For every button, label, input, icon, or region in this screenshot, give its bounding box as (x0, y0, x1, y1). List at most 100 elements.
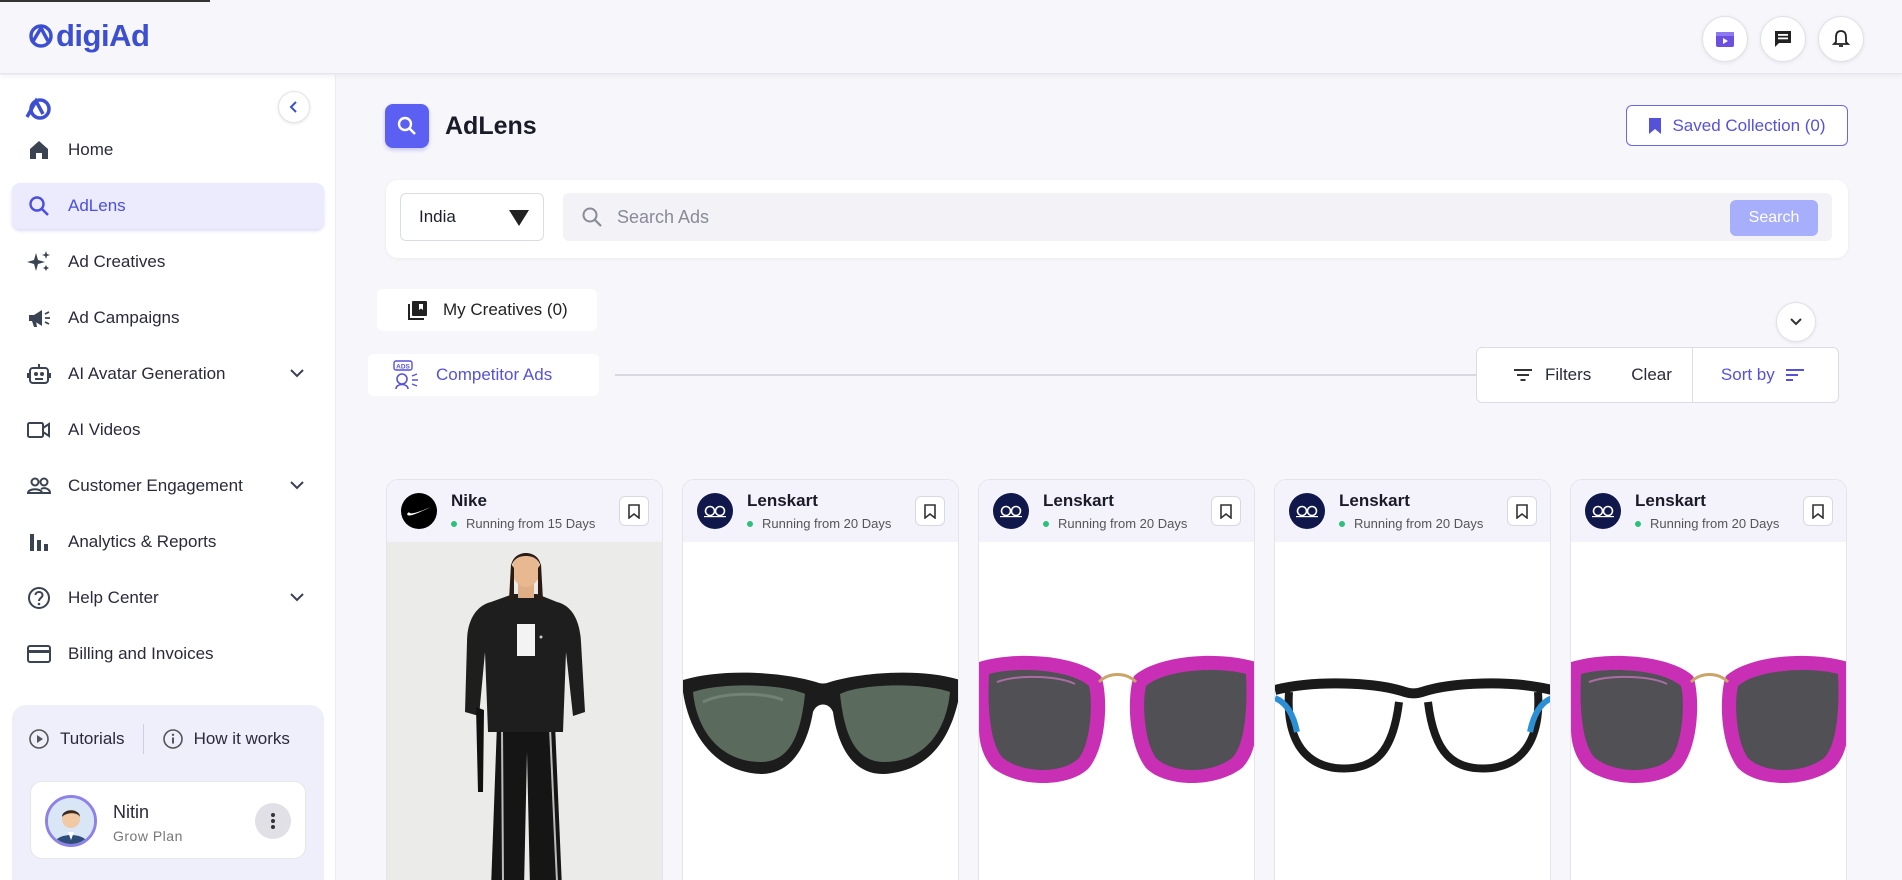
user-menu-button[interactable] (255, 803, 291, 839)
search-button[interactable]: Search (1730, 200, 1818, 236)
tab-competitor-ads-label: Competitor Ads (436, 365, 553, 384)
sidebar-item-ad-creatives[interactable]: Ad Creatives (12, 239, 324, 285)
tutorials-link[interactable]: Tutorials (28, 728, 125, 750)
filter-icon (1513, 367, 1533, 383)
brand-name: Lenskart (747, 491, 818, 510)
brand-logo (401, 493, 437, 529)
help-icon (26, 585, 52, 611)
main-content: AdLens Saved Collection (0) India Search… (337, 75, 1902, 880)
running-label: Running from 20 Days (762, 516, 892, 531)
running-label: Running from 20 Days (1058, 516, 1188, 531)
ad-card-header: Nike Running from 15 Days (387, 480, 662, 542)
sidebar-item-ai-videos[interactable]: AI Videos (12, 407, 324, 453)
search-input[interactable] (617, 206, 1667, 228)
bookmark-button[interactable] (915, 496, 945, 526)
country-select[interactable]: India (400, 193, 544, 241)
sort-icon (1785, 367, 1805, 383)
chevron-down-icon (1790, 318, 1802, 326)
bookmark-outline-icon (1516, 503, 1528, 519)
ad-image-pink-sunglasses (1571, 542, 1846, 880)
status-dot (1043, 520, 1049, 527)
bookmark-button[interactable] (619, 496, 649, 526)
sidebar-item-analytics-reports[interactable]: Analytics & Reports (12, 519, 324, 565)
ad-card-header: Lenskart Running from 20 Days (1275, 480, 1550, 542)
sidebar-item-label: Billing and Invoices (68, 644, 214, 663)
expand-button[interactable] (1776, 302, 1816, 342)
user-name: Nitin (113, 802, 150, 822)
lenskart-logo-icon (1000, 505, 1022, 518)
sidebar-item-customer-engagement[interactable]: Customer Engagement (12, 463, 324, 509)
chat-button[interactable] (1760, 16, 1806, 62)
how-it-works-label: How it works (193, 729, 290, 748)
video-camera-icon (26, 417, 52, 443)
running-status: Running from 20 Days (747, 516, 891, 531)
divider (1691, 347, 1693, 403)
sidebar-item-label: AdLens (68, 196, 126, 215)
nike-swoosh-icon (407, 507, 431, 516)
how-it-works-link[interactable]: How it works (162, 728, 290, 750)
ad-card-header: Lenskart Running from 20 Days (683, 480, 958, 542)
running-label: Running from 15 Days (466, 516, 596, 531)
adlens-title-icon (385, 104, 429, 148)
lenskart-logo-icon (1592, 505, 1614, 518)
tab-competitor-ads[interactable]: ADS Competitor Ads (368, 354, 599, 396)
brand-logo (1289, 493, 1325, 529)
lenskart-logo-icon (1296, 505, 1318, 518)
tab-my-creatives-label: My Creatives (0) (443, 300, 568, 319)
search-box: Search (563, 193, 1832, 241)
search-icon (581, 206, 603, 228)
running-label: Running from 20 Days (1650, 516, 1780, 531)
search-panel: India Search (386, 180, 1848, 258)
sort-by-button[interactable]: Sort by (1721, 365, 1805, 385)
svg-text:ADS: ADS (396, 363, 410, 370)
brand-name: Lenskart (1043, 491, 1114, 510)
ad-card[interactable]: Lenskart Running from 20 Days (1570, 479, 1847, 880)
notifications-button[interactable] (1818, 16, 1864, 62)
tab-my-creatives[interactable]: My Creatives (0) (377, 289, 597, 331)
bookmark-button[interactable] (1507, 496, 1537, 526)
search-icon (397, 116, 416, 135)
sidebar-item-home[interactable]: Home (12, 127, 324, 173)
app-logo[interactable]: digiAd (28, 18, 150, 54)
bookmark-button[interactable] (1211, 496, 1241, 526)
ad-card-header: Lenskart Running from 20 Days (1571, 480, 1846, 542)
info-icon (162, 728, 184, 750)
sidebar-item-billing-invoices[interactable]: Billing and Invoices (12, 631, 324, 677)
more-vertical-icon (271, 813, 275, 829)
running-status: Running from 20 Days (1339, 516, 1483, 531)
bookmark-outline-icon (628, 503, 640, 519)
page-title: AdLens (445, 111, 537, 140)
sidebar-item-help-center[interactable]: Help Center (12, 575, 324, 621)
card-icon (26, 641, 52, 667)
chevron-down-icon[interactable] (288, 364, 306, 382)
chevron-down-icon[interactable] (288, 476, 306, 494)
sidebar-item-label: Ad Campaigns (68, 308, 180, 327)
user-card[interactable]: Nitin Grow Plan (30, 781, 306, 859)
sidebar-item-ai-avatar-generation[interactable]: AI Avatar Generation (12, 351, 324, 397)
ad-card[interactable]: Nike Running from 15 Days (386, 479, 663, 880)
status-dot (1635, 520, 1641, 527)
sidebar-collapse-button[interactable] (278, 91, 310, 123)
filters-button[interactable]: Filters (1513, 365, 1591, 385)
avatar (45, 795, 97, 847)
bookmark-button[interactable] (1803, 496, 1833, 526)
bookmark-outline-icon (1220, 503, 1232, 519)
sidebar: Home AdLens Ad Creatives Ad Campaigns AI… (0, 75, 336, 880)
sidebar-item-adlens[interactable]: AdLens (12, 183, 324, 229)
running-label: Running from 20 Days (1354, 516, 1484, 531)
clear-button[interactable]: Clear (1631, 365, 1672, 385)
saved-collection-button[interactable]: Saved Collection (0) (1626, 105, 1848, 146)
sidebar-item-ad-campaigns[interactable]: Ad Campaigns (12, 295, 324, 341)
ad-card[interactable]: Lenskart Running from 20 Days (978, 479, 1255, 880)
sidebar-bottom-panel: Tutorials How it works Nitin Grow Plan (12, 705, 324, 880)
ad-image-sunglasses (683, 542, 958, 880)
running-status: Running from 20 Days (1043, 516, 1187, 531)
digiad-mini-logo-icon (25, 97, 51, 120)
ad-card[interactable]: Lenskart Running from 20 Days (1274, 479, 1551, 880)
ad-card[interactable]: Lenskart Running from 20 Days (682, 479, 959, 880)
chevron-down-icon[interactable] (288, 588, 306, 606)
bar-chart-icon (26, 529, 52, 555)
video-button[interactable] (1702, 16, 1748, 62)
ad-image-eyeglasses (1275, 542, 1550, 880)
home-icon (26, 137, 52, 163)
